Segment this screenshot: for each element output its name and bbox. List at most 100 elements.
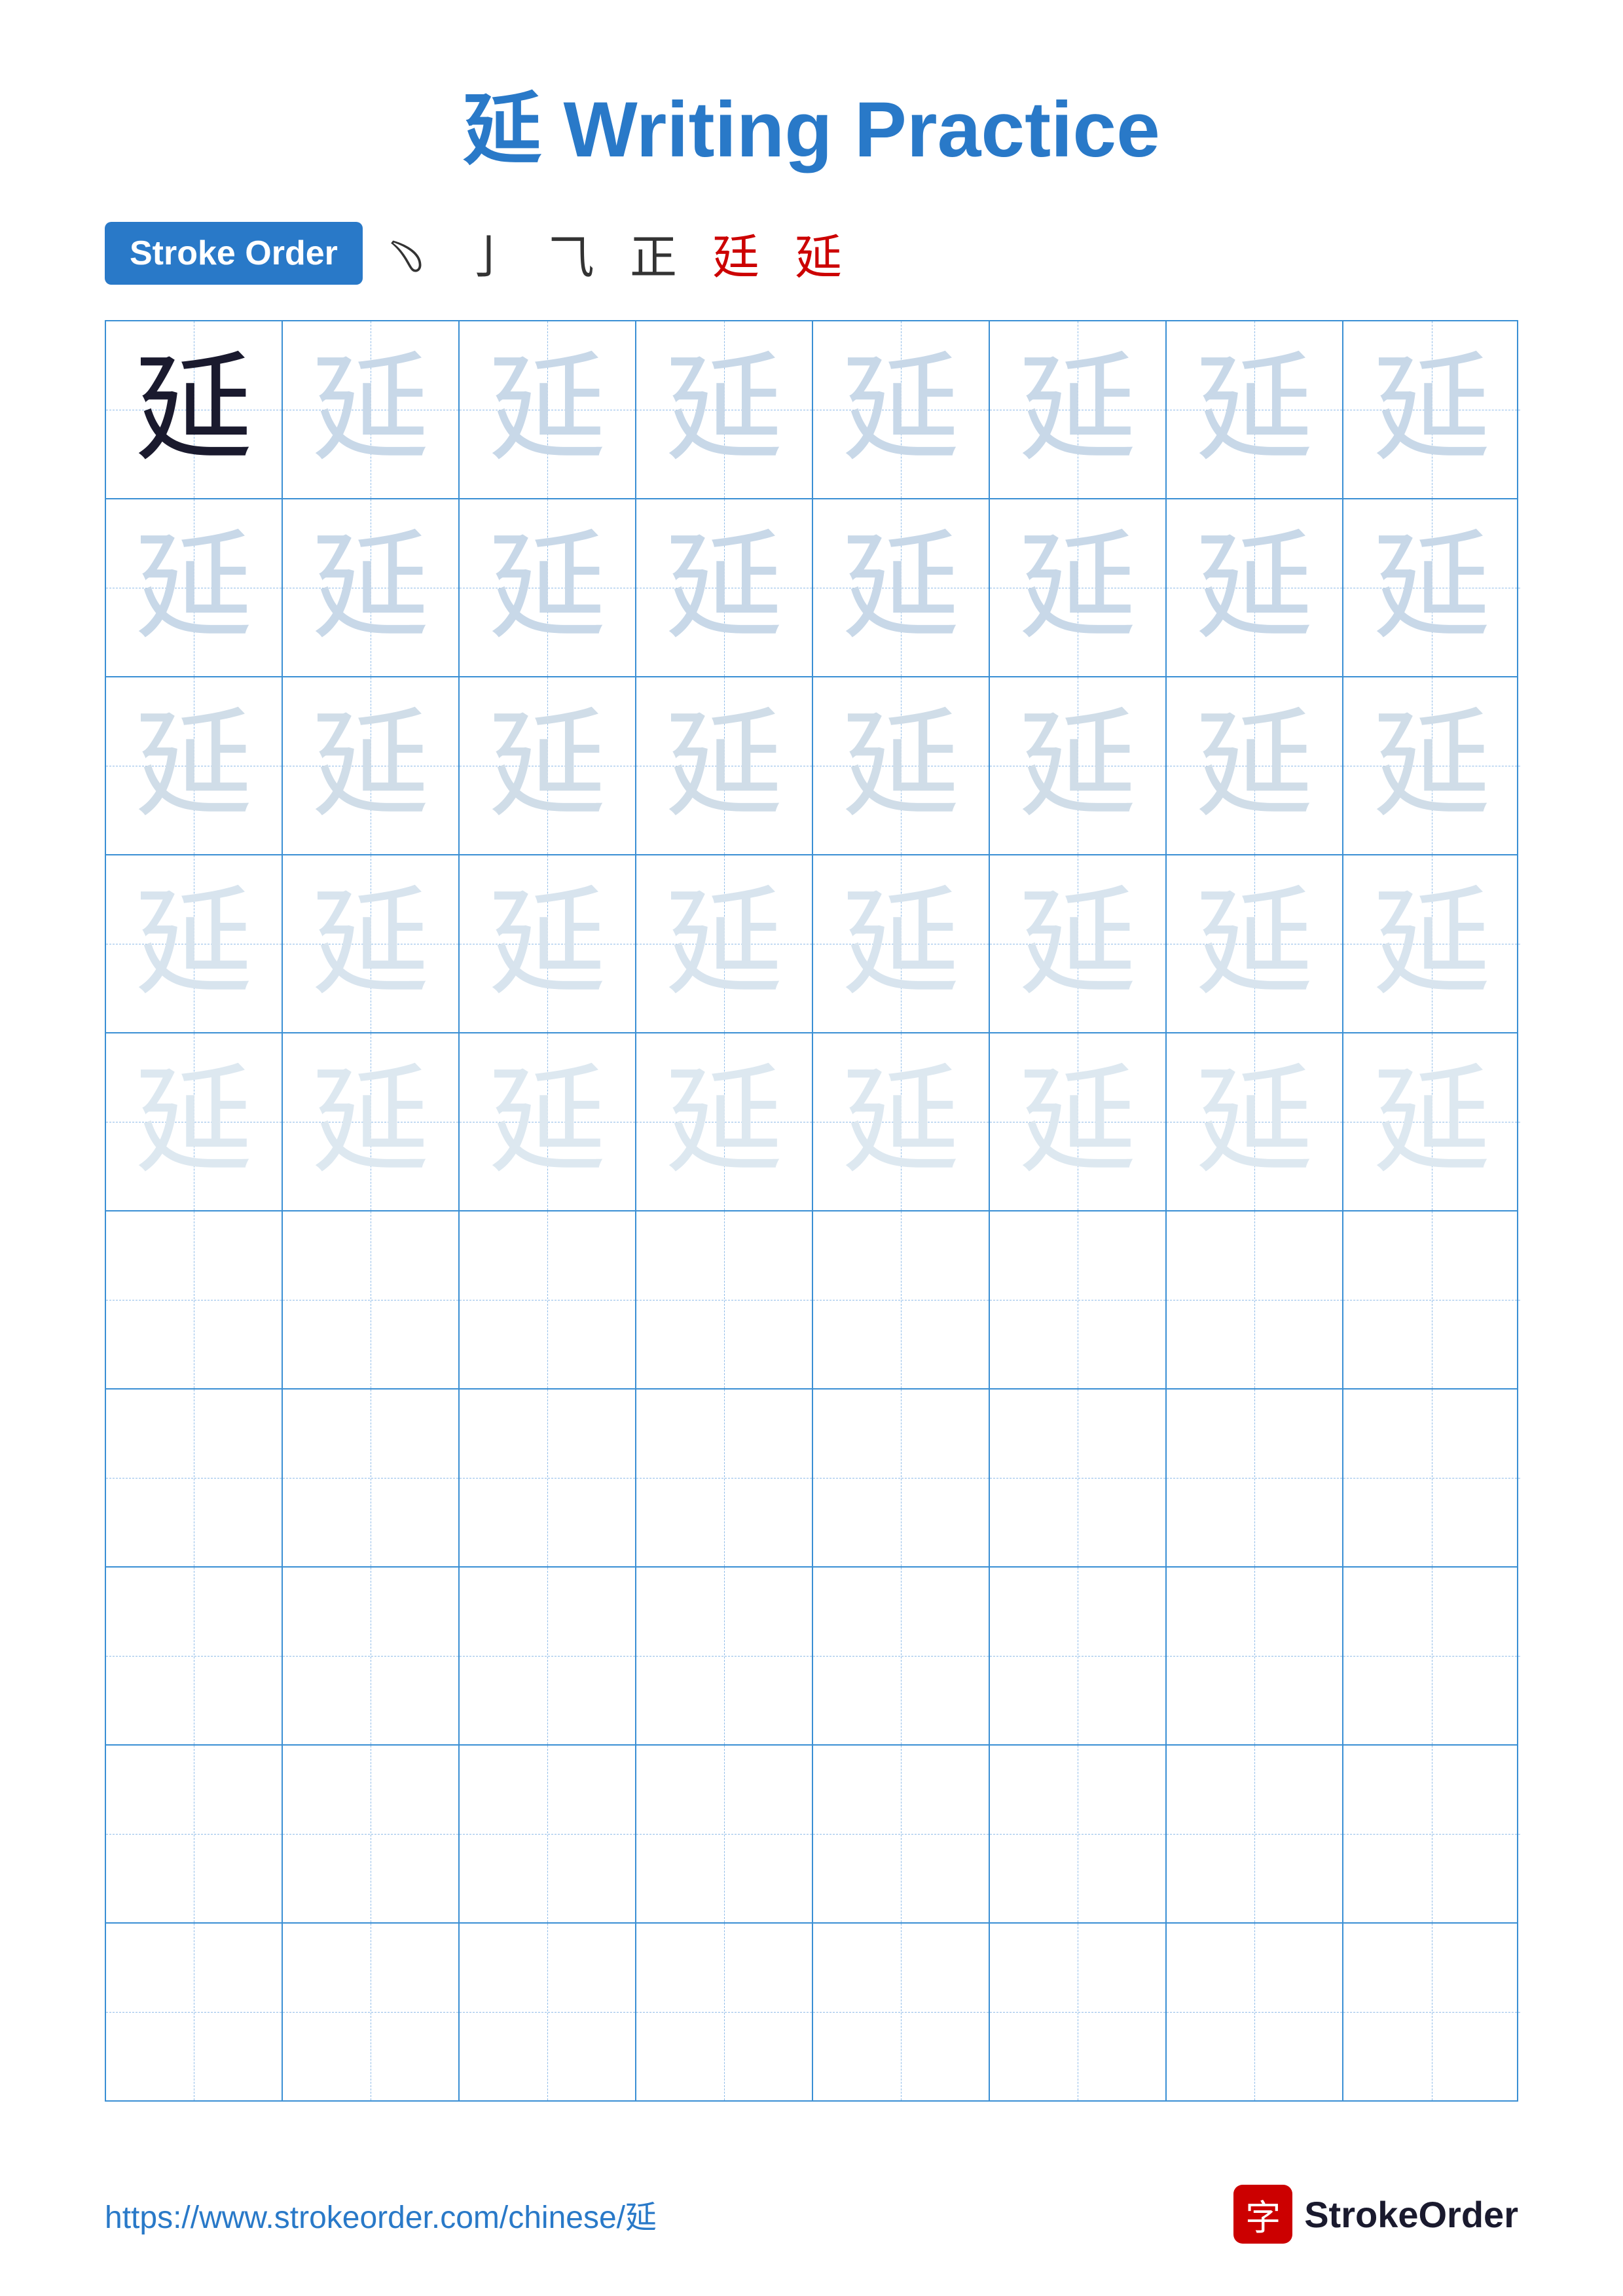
- grid-cell-7-2[interactable]: [460, 1568, 636, 1744]
- grid-cell-5-5[interactable]: [990, 1211, 1167, 1388]
- grid-cell-3-2[interactable]: 延: [460, 855, 636, 1032]
- grid-cell-3-1[interactable]: 延: [283, 855, 460, 1032]
- grid-cell-7-1[interactable]: [283, 1568, 460, 1744]
- practice-char: 延: [1373, 1063, 1491, 1181]
- practice-char: 延: [1019, 529, 1137, 647]
- grid-cell-0-3[interactable]: 延: [636, 321, 813, 498]
- grid-cell-1-4[interactable]: 延: [813, 499, 990, 676]
- grid-cell-5-0[interactable]: [106, 1211, 283, 1388]
- grid-cell-1-2[interactable]: 延: [460, 499, 636, 676]
- grid-cell-5-1[interactable]: [283, 1211, 460, 1388]
- practice-char: 延: [665, 707, 783, 825]
- grid-cell-3-6[interactable]: 延: [1167, 855, 1343, 1032]
- grid-cell-0-5[interactable]: 延: [990, 321, 1167, 498]
- grid-cell-9-7[interactable]: [1343, 1924, 1520, 2100]
- grid-cell-9-1[interactable]: [283, 1924, 460, 2100]
- grid-cell-9-4[interactable]: [813, 1924, 990, 2100]
- grid-cell-6-1[interactable]: [283, 1390, 460, 1566]
- grid-cell-1-5[interactable]: 延: [990, 499, 1167, 676]
- grid-cell-4-4[interactable]: 延: [813, 1033, 990, 1210]
- grid-cell-9-5[interactable]: [990, 1924, 1167, 2100]
- grid-cell-3-0[interactable]: 延: [106, 855, 283, 1032]
- grid-cell-0-0[interactable]: 延: [106, 321, 283, 498]
- grid-cell-9-3[interactable]: [636, 1924, 813, 2100]
- grid-cell-4-3[interactable]: 延: [636, 1033, 813, 1210]
- grid-cell-7-3[interactable]: [636, 1568, 813, 1744]
- practice-char: 延: [488, 707, 606, 825]
- grid-cell-0-7[interactable]: 延: [1343, 321, 1520, 498]
- grid-cell-9-2[interactable]: [460, 1924, 636, 2100]
- grid-row-7: [106, 1568, 1517, 1746]
- grid-cell-8-6[interactable]: [1167, 1746, 1343, 1922]
- practice-char: 延: [312, 1063, 429, 1181]
- grid-cell-1-3[interactable]: 延: [636, 499, 813, 676]
- grid-cell-4-5[interactable]: 延: [990, 1033, 1167, 1210]
- grid-cell-2-2[interactable]: 延: [460, 677, 636, 854]
- grid-cell-0-6[interactable]: 延: [1167, 321, 1343, 498]
- grid-cell-3-5[interactable]: 延: [990, 855, 1167, 1032]
- page-title: 延 Writing Practice: [0, 0, 1623, 219]
- footer-url[interactable]: https://www.strokeorder.com/chinese/延: [105, 2191, 657, 2237]
- grid-cell-0-1[interactable]: 延: [283, 321, 460, 498]
- practice-char: 延: [135, 885, 253, 1003]
- grid-cell-5-2[interactable]: [460, 1211, 636, 1388]
- grid-cell-6-0[interactable]: [106, 1390, 283, 1566]
- grid-cell-8-4[interactable]: [813, 1746, 990, 1922]
- grid-cell-2-5[interactable]: 延: [990, 677, 1167, 854]
- grid-cell-2-1[interactable]: 延: [283, 677, 460, 854]
- grid-cell-3-7[interactable]: 延: [1343, 855, 1520, 1032]
- grid-cell-3-3[interactable]: 延: [636, 855, 813, 1032]
- grid-cell-4-7[interactable]: 延: [1343, 1033, 1520, 1210]
- practice-char: 延: [842, 351, 960, 469]
- brand-name: StrokeOrder: [1304, 2193, 1518, 2236]
- grid-cell-4-6[interactable]: 延: [1167, 1033, 1343, 1210]
- grid-cell-6-3[interactable]: [636, 1390, 813, 1566]
- practice-char: 延: [1373, 351, 1491, 469]
- grid-cell-2-0[interactable]: 延: [106, 677, 283, 854]
- grid-cell-6-6[interactable]: [1167, 1390, 1343, 1566]
- practice-char: 延: [312, 885, 429, 1003]
- practice-char: 延: [488, 529, 606, 647]
- grid-cell-5-3[interactable]: [636, 1211, 813, 1388]
- practice-char: 延: [665, 529, 783, 647]
- grid-cell-6-7[interactable]: [1343, 1390, 1520, 1566]
- practice-char: 延: [1019, 707, 1137, 825]
- grid-cell-4-1[interactable]: 延: [283, 1033, 460, 1210]
- grid-cell-0-4[interactable]: 延: [813, 321, 990, 498]
- practice-char: 延: [842, 1063, 960, 1181]
- grid-cell-2-3[interactable]: 延: [636, 677, 813, 854]
- grid-cell-7-5[interactable]: [990, 1568, 1167, 1744]
- grid-cell-1-7[interactable]: 延: [1343, 499, 1520, 676]
- grid-cell-8-7[interactable]: [1343, 1746, 1520, 1922]
- grid-cell-7-7[interactable]: [1343, 1568, 1520, 1744]
- grid-cell-6-2[interactable]: [460, 1390, 636, 1566]
- grid-cell-7-4[interactable]: [813, 1568, 990, 1744]
- grid-cell-8-5[interactable]: [990, 1746, 1167, 1922]
- grid-cell-0-2[interactable]: 延: [460, 321, 636, 498]
- grid-cell-9-0[interactable]: [106, 1924, 283, 2100]
- grid-cell-1-6[interactable]: 延: [1167, 499, 1343, 676]
- grid-cell-9-6[interactable]: [1167, 1924, 1343, 2100]
- grid-cell-1-0[interactable]: 延: [106, 499, 283, 676]
- grid-cell-7-0[interactable]: [106, 1568, 283, 1744]
- grid-cell-5-6[interactable]: [1167, 1211, 1343, 1388]
- grid-cell-4-0[interactable]: 延: [106, 1033, 283, 1210]
- grid-cell-2-4[interactable]: 延: [813, 677, 990, 854]
- stroke-3: ⺄: [547, 232, 606, 284]
- grid-cell-8-1[interactable]: [283, 1746, 460, 1922]
- grid-cell-8-3[interactable]: [636, 1746, 813, 1922]
- practice-char: 延: [665, 1063, 783, 1181]
- grid-cell-2-7[interactable]: 延: [1343, 677, 1520, 854]
- grid-cell-6-4[interactable]: [813, 1390, 990, 1566]
- grid-cell-2-6[interactable]: 延: [1167, 677, 1343, 854]
- grid-cell-7-6[interactable]: [1167, 1568, 1343, 1744]
- grid-cell-1-1[interactable]: 延: [283, 499, 460, 676]
- grid-cell-8-2[interactable]: [460, 1746, 636, 1922]
- grid-cell-4-2[interactable]: 延: [460, 1033, 636, 1210]
- grid-cell-5-7[interactable]: [1343, 1211, 1520, 1388]
- practice-char: 延: [842, 707, 960, 825]
- grid-cell-5-4[interactable]: [813, 1211, 990, 1388]
- grid-cell-6-5[interactable]: [990, 1390, 1167, 1566]
- grid-cell-3-4[interactable]: 延: [813, 855, 990, 1032]
- grid-cell-8-0[interactable]: [106, 1746, 283, 1922]
